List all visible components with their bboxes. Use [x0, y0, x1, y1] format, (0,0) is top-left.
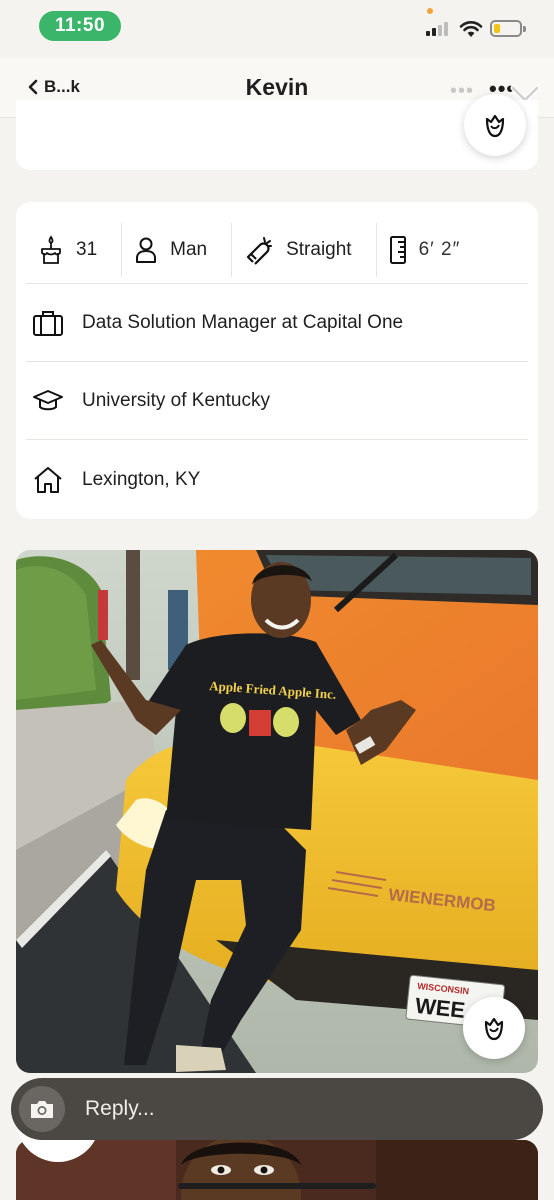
reply-bar[interactable]: Reply...	[11, 1078, 543, 1140]
gender-value: Man	[170, 238, 208, 260]
briefcase-icon	[33, 310, 63, 336]
person-icon	[136, 237, 157, 263]
vital-orientation: Straight	[232, 222, 377, 277]
rose-icon	[485, 114, 505, 138]
home-indicator[interactable]	[178, 1183, 376, 1189]
job-text: Data Solution Manager at Capital One	[82, 311, 404, 333]
like-photo-button[interactable]	[463, 997, 525, 1059]
vital-height: 6′ 2″	[377, 223, 461, 277]
school-text: University of Kentucky	[82, 389, 270, 411]
prompt-card	[16, 94, 538, 170]
ruler-icon	[389, 235, 406, 264]
height-value: 6′ 2″	[418, 238, 461, 260]
magnet-icon	[247, 236, 273, 265]
battery-icon	[490, 20, 526, 37]
vital-gender: Man	[122, 222, 233, 277]
hometown-text: Lexington, KY	[82, 469, 201, 490]
rose-icon	[484, 1017, 504, 1041]
age-value: 31	[76, 238, 98, 260]
reply-input[interactable]: Reply...	[85, 1097, 155, 1121]
signal-icon	[426, 22, 448, 36]
status-time: 11:50	[39, 11, 121, 41]
info-card: 31 Man Straight 6′ 2″ Data Solution Mana…	[16, 202, 538, 519]
next-photo-illustration	[16, 1140, 538, 1200]
hometown-row: Lexington, KY	[26, 441, 528, 519]
plate-number: WEE	[414, 993, 466, 1023]
vital-age: 31	[26, 222, 123, 277]
graduation-cap-icon	[33, 389, 63, 410]
birthday-cake-icon	[41, 234, 61, 264]
camera-button[interactable]	[19, 1086, 65, 1132]
job-row: Data Solution Manager at Capital One	[26, 284, 528, 362]
status-bar: 11:50	[0, 0, 554, 58]
like-button[interactable]	[464, 94, 526, 156]
wifi-icon	[459, 21, 483, 37]
vitals-row: 31 Man Straight 6′ 2″	[26, 216, 528, 284]
orientation-value: Straight	[286, 238, 352, 260]
next-profile-photo[interactable]	[16, 1140, 538, 1200]
profile-photo[interactable]: WIENERMOB WISCONSIN WEE Apple Fried Appl…	[16, 550, 538, 1073]
photo-illustration: WIENERMOB WISCONSIN WEE Apple Fried Appl…	[16, 550, 538, 1073]
privacy-indicator-dot	[427, 8, 433, 14]
house-icon	[34, 467, 62, 493]
camera-icon	[31, 1101, 53, 1118]
school-row: University of Kentucky	[26, 362, 528, 440]
